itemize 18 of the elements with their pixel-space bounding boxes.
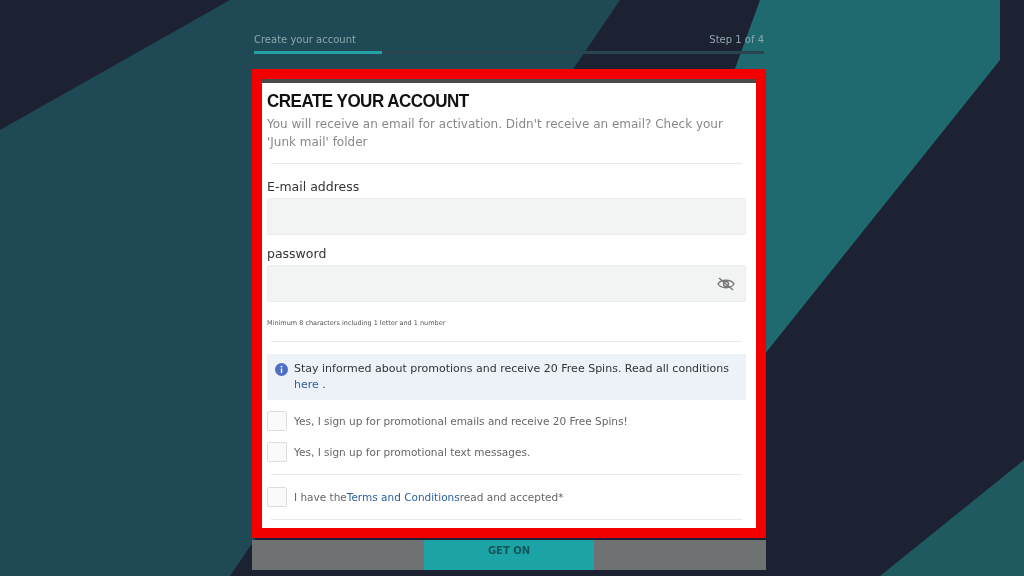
step-title: Create your account: [254, 34, 356, 45]
info-icon: [275, 363, 288, 376]
checkbox[interactable]: [267, 411, 287, 431]
form-title: CREATE YOUR ACCOUNT: [267, 90, 469, 112]
option-label: Yes, I sign up for promotional emails and receive 20 Free Spins!: [294, 415, 628, 427]
password-field[interactable]: [267, 265, 746, 302]
hidden-eye-icon[interactable]: [717, 276, 735, 291]
step-counter: Step 1 of 4: [709, 34, 764, 45]
form-subtitle: You will receive an email for activation. Didn't receive an email? Check your 'Junk mail' folder: [267, 116, 724, 151]
option-label: Yes, I sign up for promotional text messages.: [294, 446, 531, 458]
terms-label: I have theTerms and Conditionsread and accepted*: [294, 491, 564, 503]
checkbox[interactable]: [267, 487, 287, 507]
terms-link[interactable]: Terms and Conditions: [346, 491, 460, 503]
info-text: Stay informed about promotions and receive 20 Free Spins. Read all conditions here .: [294, 361, 730, 393]
here-link[interactable]: here: [294, 378, 319, 391]
field-label: password: [267, 246, 327, 261]
field-label: E-mail address: [267, 179, 360, 194]
checkbox[interactable]: [267, 442, 287, 462]
